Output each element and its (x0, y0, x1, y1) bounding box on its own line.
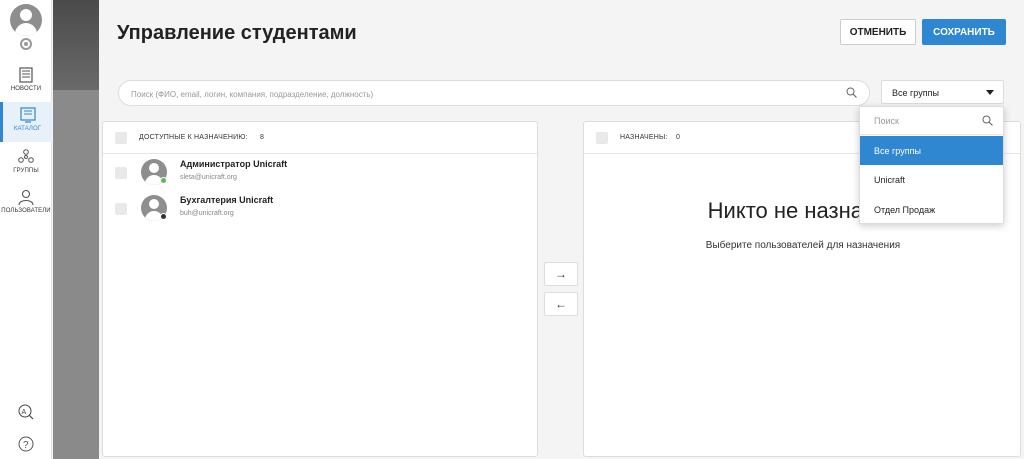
sidebar-item-users[interactable]: ПОЛЬЗОВАТЕЛИ (0, 184, 52, 224)
list-item[interactable]: Администратор Unicraft sleta@unicraft.or… (103, 159, 539, 195)
empty-state-subtitle: Выберите пользователей для назначения (705, 240, 901, 251)
user-name: Администратор Unicraft (180, 159, 288, 169)
dropdown-option[interactable]: Все группы (860, 136, 1003, 165)
dropdown-option[interactable]: Отдел Продаж (860, 195, 1003, 224)
svg-text:A: A (22, 409, 27, 416)
unassign-left-button[interactable]: ← (544, 292, 578, 316)
group-select[interactable]: Все группы (881, 80, 1004, 104)
select-all-available-checkbox[interactable] (115, 132, 127, 144)
settings-icon[interactable] (20, 38, 32, 50)
group-dropdown-menu: Поиск Все группы Unicraft Отдел Продаж (859, 106, 1004, 224)
help-icon[interactable]: ? (18, 436, 34, 452)
assigned-count: 0 (676, 134, 681, 141)
language-icon[interactable]: A (18, 404, 34, 420)
assign-right-button[interactable]: → (544, 262, 578, 286)
sidebar-item-label: КАТАЛОГ (13, 126, 42, 132)
svg-text:?: ? (23, 440, 29, 451)
sidebar-item-label: НОВОСТИ (10, 86, 42, 92)
user-email: buh@unicraft.org (180, 210, 234, 217)
catalog-icon (19, 107, 36, 123)
assigned-label: НАЗНАЧЕНЫ: (620, 134, 668, 141)
user-avatar[interactable] (10, 4, 42, 36)
user-checkbox[interactable] (115, 203, 127, 215)
left-rail: НОВОСТИ КАТАЛОГ ГРУППЫ ПОЛЬЗОВАТЕЛИ A ? (0, 0, 52, 459)
available-count: 8 (260, 134, 265, 141)
sidebar-item-label: ГРУППЫ (13, 168, 39, 174)
sidebar-item-label: ПОЛЬЗОВАТЕЛИ (1, 208, 51, 214)
available-users-panel: ДОСТУПНЫЕ К НАЗНАЧЕНИЮ: 8 Администратор … (102, 121, 538, 457)
news-icon (19, 67, 33, 83)
status-dot-icon (160, 177, 167, 184)
sidebar-item-catalog[interactable]: КАТАЛОГ (0, 102, 52, 142)
sidebar-item-news[interactable]: НОВОСТИ (0, 62, 52, 102)
dropdown-search[interactable]: Поиск (860, 107, 1003, 135)
search-input[interactable] (131, 86, 831, 102)
page-title: Управление студентами (117, 22, 357, 44)
sidebar-item-groups[interactable]: ГРУППЫ (0, 144, 52, 184)
cancel-button[interactable]: ОТМЕНИТЬ (840, 19, 916, 45)
main-content: Управление студентами ОТМЕНИТЬ СОХРАНИТЬ… (99, 0, 1024, 459)
background-strip (53, 0, 99, 459)
groups-icon (18, 149, 34, 163)
dropdown-search-placeholder: Поиск (874, 116, 899, 126)
user-name: Бухгалтерия Unicraft (180, 195, 274, 205)
search-icon[interactable] (846, 87, 857, 98)
list-item[interactable]: Бухгалтерия Unicraft buh@unicraft.org (103, 195, 539, 231)
users-icon (18, 189, 34, 206)
available-label: ДОСТУПНЫЕ К НАЗНАЧЕНИЮ: (139, 134, 248, 141)
dropdown-option[interactable]: Unicraft (860, 165, 1003, 194)
user-email: sleta@unicraft.org (180, 174, 237, 181)
chevron-down-icon (986, 90, 994, 95)
user-checkbox[interactable] (115, 167, 127, 179)
search-field[interactable] (118, 80, 870, 106)
group-select-value: Все группы (892, 88, 939, 98)
select-all-assigned-checkbox[interactable] (596, 132, 608, 144)
search-icon (982, 115, 993, 126)
status-dot-icon (160, 213, 167, 220)
save-button[interactable]: СОХРАНИТЬ (922, 19, 1006, 45)
available-header: ДОСТУПНЫЕ К НАЗНАЧЕНИЮ: 8 (103, 122, 537, 154)
